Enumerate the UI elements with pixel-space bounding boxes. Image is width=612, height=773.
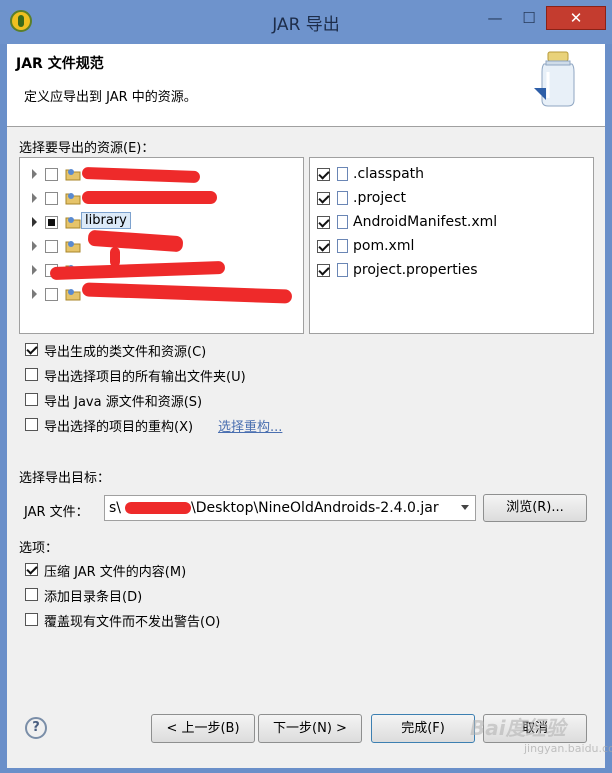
- expand-arrow-icon[interactable]: [32, 193, 37, 203]
- redaction-mark: [82, 191, 217, 204]
- xml-file-icon: [337, 167, 348, 181]
- maximize-button[interactable]: ☐: [516, 8, 542, 28]
- browse-button[interactable]: 浏览(R)...: [483, 494, 587, 522]
- file-checkbox[interactable]: [317, 192, 330, 205]
- file-item[interactable]: project.properties: [315, 259, 585, 283]
- option-label: 覆盖现有文件而不发出警告(O): [44, 615, 221, 630]
- destination-label: 选择导出目标：: [19, 471, 111, 486]
- project-checkbox[interactable]: [45, 240, 58, 253]
- resources-label: 选择要导出的资源(E)：: [19, 141, 155, 156]
- back-button[interactable]: < 上一步(B): [151, 714, 255, 743]
- project-folder-icon: [65, 193, 81, 205]
- project-folder-icon: [65, 217, 81, 229]
- xml-file-icon: [337, 191, 348, 205]
- file-item[interactable]: .project: [315, 187, 585, 211]
- option-label: 导出选择项目的所有输出文件夹(U): [44, 370, 246, 385]
- tree-item[interactable]: [20, 229, 300, 267]
- project-checkbox[interactable]: [45, 168, 58, 181]
- options-label: 选项：: [19, 541, 59, 556]
- file-name: project.properties: [353, 262, 478, 278]
- minimize-button[interactable]: —: [482, 8, 508, 28]
- file-checkbox[interactable]: [317, 216, 330, 229]
- xml-file-icon: [337, 239, 348, 253]
- select-refactorings-link[interactable]: 选择重构...: [218, 416, 282, 435]
- jar-icon: [534, 51, 575, 107]
- project-folder-icon: [65, 241, 81, 253]
- help-icon[interactable]: ?: [25, 717, 47, 739]
- page-description: 定义应导出到 JAR 中的资源。: [24, 90, 197, 105]
- file-item[interactable]: AndroidManifest.xml: [315, 211, 585, 235]
- next-button[interactable]: 下一步(N) >: [258, 714, 362, 743]
- project-folder-icon: [65, 289, 81, 301]
- checkbox[interactable]: [25, 368, 38, 381]
- project-checkbox[interactable]: [45, 288, 58, 301]
- redaction-mark: [125, 502, 192, 514]
- file-name: pom.xml: [353, 238, 415, 254]
- page-title: JAR 文件规范: [16, 56, 104, 72]
- project-folder-icon: [65, 169, 81, 181]
- expand-arrow-icon[interactable]: [32, 265, 37, 275]
- redaction-mark: [81, 166, 201, 184]
- path-suffix: \Desktop\NineOldAndroids-2.4.0.jar: [191, 500, 439, 516]
- watermark: Bai度经验: [470, 716, 566, 740]
- redaction-mark: [81, 282, 293, 304]
- path-prefix: s\: [109, 500, 122, 516]
- jar-file-label: JAR 文件：: [24, 505, 89, 520]
- tree-item[interactable]: [20, 187, 300, 211]
- file-item[interactable]: pom.xml: [315, 235, 585, 259]
- tree-item-library[interactable]: library: [20, 211, 300, 235]
- close-button[interactable]: ✕: [546, 6, 606, 30]
- expand-arrow-icon[interactable]: [32, 289, 37, 299]
- option-label: 导出生成的类文件和资源(C): [44, 345, 207, 360]
- file-name: .classpath: [353, 166, 425, 182]
- file-checkbox[interactable]: [317, 264, 330, 277]
- tree-item[interactable]: [20, 259, 300, 283]
- jar-path-combo[interactable]: s\ \Desktop\NineOldAndroids-2.4.0.jar: [104, 495, 476, 521]
- project-checkbox[interactable]: [45, 216, 58, 229]
- file-list[interactable]: .classpath .project AndroidManifest.xml …: [309, 157, 594, 334]
- file-checkbox[interactable]: [317, 240, 330, 253]
- checkbox[interactable]: [25, 563, 38, 576]
- checkbox[interactable]: [25, 418, 38, 431]
- checkbox[interactable]: [25, 393, 38, 406]
- option-label: 导出选择的项目的重构(X): [44, 420, 194, 435]
- file-item[interactable]: .classpath: [315, 163, 585, 187]
- checkbox[interactable]: [25, 588, 38, 601]
- manifest-file-icon: [337, 215, 348, 229]
- tree-item[interactable]: [20, 163, 300, 187]
- checkbox[interactable]: [25, 343, 38, 356]
- file-name: AndroidManifest.xml: [353, 214, 498, 230]
- expand-arrow-icon[interactable]: [32, 217, 37, 227]
- project-tree[interactable]: library: [19, 157, 304, 334]
- option-label: 添加目录条目(D): [44, 590, 143, 605]
- checkbox[interactable]: [25, 613, 38, 626]
- finish-button[interactable]: 完成(F): [371, 714, 475, 743]
- watermark-url: jingyan.baidu.com: [524, 742, 612, 755]
- option-label: 导出 Java 源文件和资源(S): [44, 395, 203, 410]
- dropdown-arrow-icon[interactable]: [461, 505, 469, 510]
- file-checkbox[interactable]: [317, 168, 330, 181]
- expand-arrow-icon[interactable]: [32, 169, 37, 179]
- project-checkbox[interactable]: [45, 192, 58, 205]
- expand-arrow-icon[interactable]: [32, 241, 37, 251]
- file-name: .project: [353, 190, 407, 206]
- option-label: 压缩 JAR 文件的内容(M): [44, 565, 187, 580]
- project-label[interactable]: library: [81, 212, 131, 229]
- tree-item[interactable]: [20, 282, 300, 307]
- text-file-icon: [337, 263, 348, 277]
